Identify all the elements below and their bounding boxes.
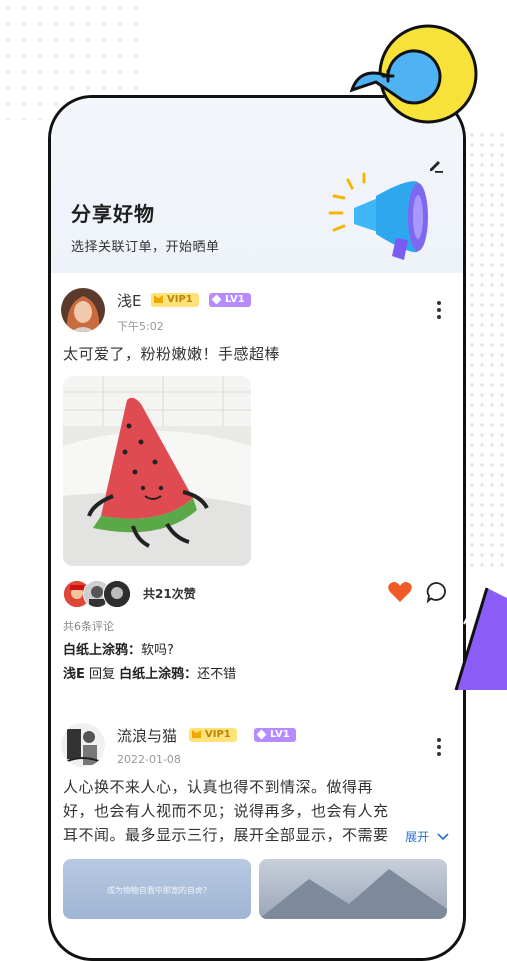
heart-icon[interactable] — [387, 580, 413, 604]
background-dot-pattern-right — [467, 130, 507, 570]
share-header: 分享好物 选择关联订单，开始晒单 — [51, 98, 463, 273]
expand-link[interactable]: 展开 — [405, 828, 449, 845]
post-time: 2022-01-08 — [117, 753, 181, 766]
page-subtitle: 选择关联订单，开始晒单 — [71, 240, 220, 255]
reply-word: 回复 — [84, 667, 120, 682]
vip-badge: VIP1 — [151, 293, 199, 307]
megaphone-icon — [328, 172, 428, 260]
comment-text: 软吗? — [141, 643, 174, 658]
liker-avatar — [103, 580, 131, 608]
post-photo[interactable] — [259, 859, 447, 919]
avatar[interactable] — [61, 723, 105, 767]
post-card: 流浪与猫 VIP1 LV1 2022-01-08 人心换不来人心，认真也得不到情… — [51, 723, 463, 958]
post-photo[interactable] — [63, 376, 251, 566]
more-options-icon[interactable] — [437, 301, 441, 322]
post-text: 人心换不来人心，认真也得不到情深。做得再好，也会有人视而不见；说得再多，也会有人… — [63, 775, 399, 847]
post-photo[interactable]: 成为物物自我中那宽的自虎? — [63, 859, 251, 919]
comment-item[interactable]: 白纸上涂鸦：软吗? — [63, 639, 174, 658]
post-time: 下午5:02 — [117, 320, 164, 333]
comment-icon[interactable] — [425, 580, 449, 604]
avatar[interactable] — [61, 288, 105, 332]
phone-frame: 分享好物 选择关联订单，开始晒单 浅E VIP1 LV1 下午5:02 太可爱了… — [48, 95, 466, 961]
level-badge: LV1 — [209, 293, 251, 307]
comment-count[interactable]: 共6条评论 — [63, 618, 114, 634]
username[interactable]: 流浪与猫 — [117, 725, 177, 746]
likes-count[interactable]: 共21次赞 — [143, 585, 196, 602]
comment-author[interactable]: 白纸上涂鸦： — [63, 643, 141, 658]
expand-label: 展开 — [405, 830, 430, 844]
chevron-down-icon — [437, 833, 449, 841]
photo-caption: 成为物物自我中那宽的自虎? — [106, 886, 208, 895]
comment-author[interactable]: 浅E — [63, 667, 85, 682]
post-text: 太可爱了，粉粉嫩嫩！手感超棒 — [63, 345, 281, 363]
comment-item[interactable]: 浅E 回复 白纸上涂鸦：还不错 — [63, 663, 236, 682]
post-text-content: 人心换不来人心，认真也得不到情深。做得再好，也会有人视而不见；说得再多，也会有人… — [63, 778, 389, 844]
post-card: 浅E VIP1 LV1 下午5:02 太可爱了，粉粉嫩嫩！手感超棒 共21次赞 … — [51, 288, 463, 682]
more-options-icon[interactable] — [437, 738, 441, 759]
page-title: 分享好物 — [71, 202, 155, 226]
username[interactable]: 浅E — [117, 290, 141, 311]
comment-text: 还不错 — [197, 667, 237, 682]
reply-target[interactable]: 白纸上涂鸦： — [119, 667, 197, 682]
level-badge: LV1 — [254, 728, 296, 742]
vip-badge: VIP1 — [189, 728, 237, 742]
